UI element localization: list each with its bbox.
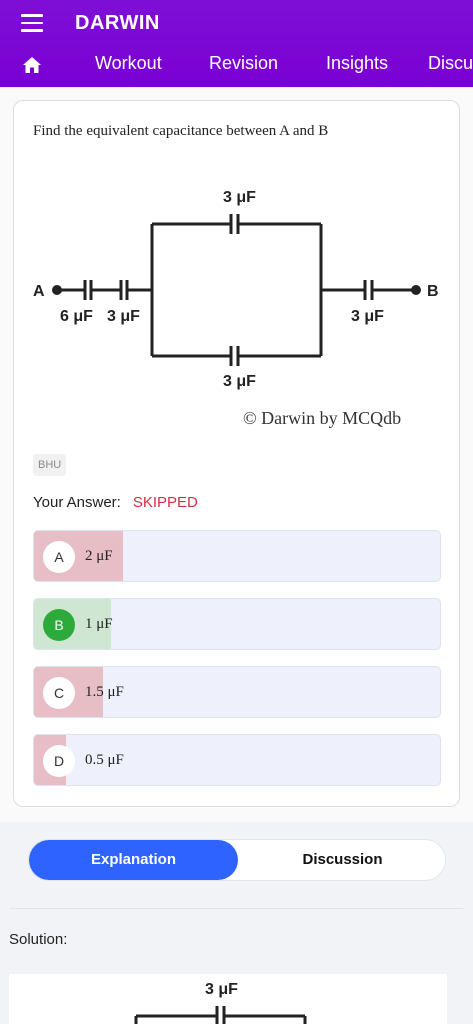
- app-title: DARWIN: [75, 12, 160, 34]
- question-area: Find the equivalent capacitance between …: [0, 87, 473, 822]
- option-b-letter: B: [43, 609, 75, 641]
- question-card: Find the equivalent capacitance between …: [13, 100, 460, 807]
- menu-icon[interactable]: [21, 14, 43, 32]
- option-d-letter: D: [43, 745, 75, 777]
- tab-insights[interactable]: Insights: [326, 53, 388, 74]
- your-answer-label: Your Answer:: [33, 494, 121, 511]
- option-a[interactable]: A 2 μF: [33, 530, 441, 582]
- explanation-section: Explanation Discussion Solution: 3 μF: [0, 822, 473, 1024]
- solution-diagram: 3 μF: [9, 974, 447, 1024]
- label-left-capacitor-2: 3 μF: [107, 308, 140, 325]
- solution-figure-label: 3 μF: [205, 981, 238, 998]
- option-b[interactable]: B 1 μF: [33, 598, 441, 650]
- app-header: DARWIN Workout Revision Insights Discu: [0, 0, 473, 87]
- answer-status: SKIPPED: [132, 494, 198, 511]
- option-c-text: 1.5 μF: [85, 684, 124, 700]
- divider: [10, 908, 463, 909]
- watermark: © Darwin by MCQdb: [243, 408, 401, 428]
- nav-tabs: Workout Revision Insights Discu: [0, 50, 473, 80]
- option-d[interactable]: D 0.5 μF: [33, 734, 441, 786]
- option-a-text: 2 μF: [85, 548, 113, 564]
- explanation-discussion-toggle: Explanation Discussion: [28, 839, 446, 881]
- option-b-text: 1 μF: [85, 616, 113, 632]
- option-c[interactable]: C 1.5 μF: [33, 666, 441, 718]
- question-text: Find the equivalent capacitance between …: [33, 123, 329, 139]
- label-right-capacitor: 3 μF: [351, 308, 384, 325]
- circuit-diagram: 3 μF 3 μF 6 μF 3 μF 3 μF A B © Darwin by…: [33, 184, 441, 432]
- label-bottom-capacitor: 3 μF: [223, 373, 256, 390]
- option-a-letter: A: [43, 541, 75, 573]
- option-d-text: 0.5 μF: [85, 752, 124, 768]
- option-c-letter: C: [43, 677, 75, 709]
- label-top-capacitor: 3 μF: [223, 189, 256, 206]
- home-icon[interactable]: [22, 56, 42, 74]
- solution-label: Solution:: [9, 931, 68, 948]
- label-a: A: [33, 283, 45, 300]
- explanation-tab[interactable]: Explanation: [29, 840, 238, 880]
- your-answer: Your Answer: SKIPPED: [33, 494, 198, 511]
- label-left-capacitor-1: 6 μF: [60, 308, 93, 325]
- label-b: B: [427, 283, 439, 300]
- exam-tag: BHU: [33, 454, 67, 476]
- discussion-tab[interactable]: Discussion: [238, 840, 447, 880]
- tab-discussion[interactable]: Discu: [428, 53, 473, 74]
- tab-workout[interactable]: Workout: [95, 53, 162, 74]
- tab-revision[interactable]: Revision: [209, 53, 278, 74]
